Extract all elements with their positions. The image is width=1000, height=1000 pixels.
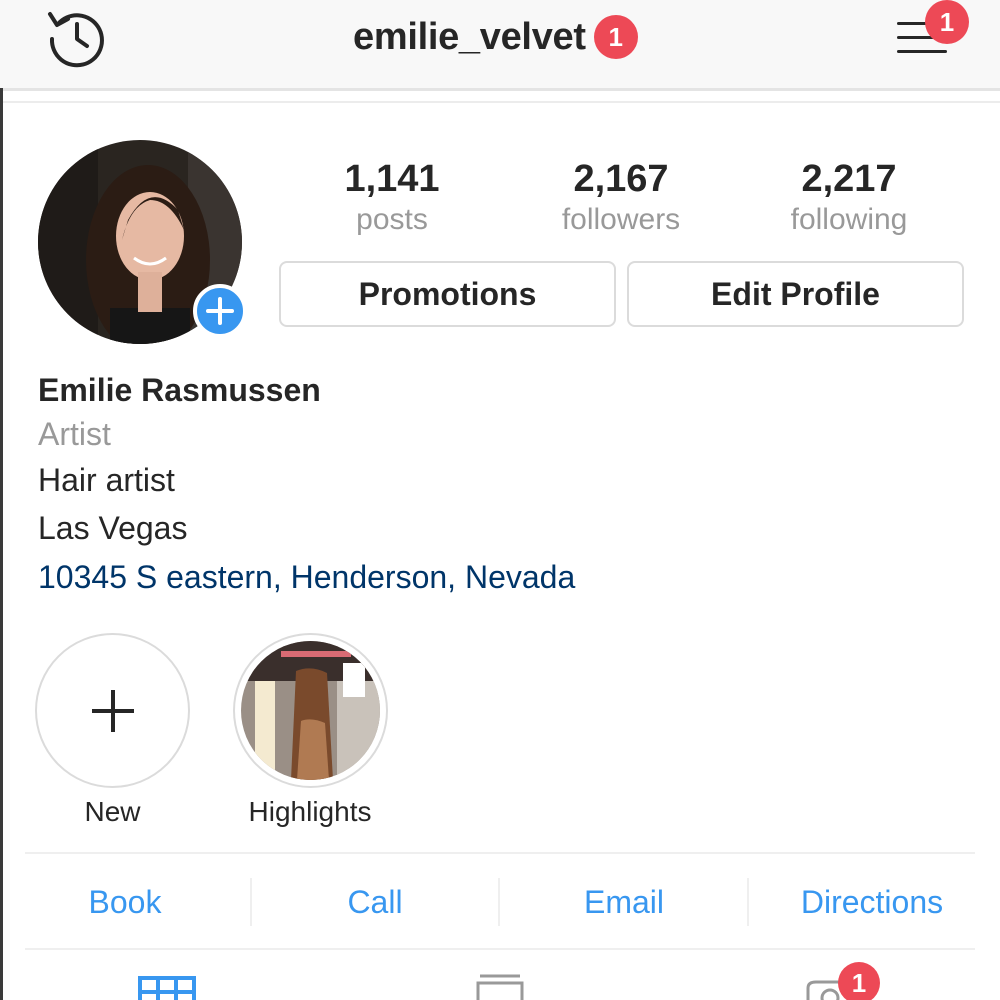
grid-icon[interactable] [138, 976, 196, 1000]
directions-button[interactable]: Directions [772, 872, 972, 932]
new-highlight-button[interactable] [35, 633, 190, 788]
new-highlight-label: New [84, 796, 141, 827]
bio-line: Hair artist [38, 462, 175, 498]
action-separator [250, 878, 252, 926]
top-bar-divider [0, 88, 1000, 91]
plus-icon [206, 297, 234, 325]
bio-location: Las Vegas [38, 510, 188, 546]
posts-label: posts [356, 203, 428, 236]
highlight-thumbnail [241, 641, 380, 780]
action-bar-bottom-divider [25, 948, 975, 950]
email-button[interactable]: Email [524, 872, 724, 932]
feed-icon[interactable] [476, 973, 524, 1000]
story-highlight[interactable] [233, 633, 388, 788]
menu-notification-badge: 1 [925, 0, 969, 44]
history-icon[interactable] [44, 6, 110, 68]
followers-count: 2,167 [573, 158, 669, 200]
username-title: emilie_velvet [353, 15, 586, 58]
following-label: following [790, 203, 908, 236]
add-story-button[interactable] [193, 284, 247, 338]
highlight-label: Highlights [248, 796, 372, 827]
edit-profile-button[interactable]: Edit Profile [627, 261, 964, 327]
book-button[interactable]: Book [25, 872, 225, 932]
call-button[interactable]: Call [275, 872, 475, 932]
stat-followers[interactable]: 2,167 followers [521, 156, 721, 238]
profile-category: Artist [38, 416, 111, 452]
account-switcher[interactable]: emilie_velvet 1 [353, 12, 638, 62]
followers-label: followers [561, 203, 681, 236]
account-notification-badge: 1 [593, 15, 638, 59]
action-separator [498, 878, 500, 926]
following-count: 2,217 [801, 158, 897, 200]
tagged-notification-badge: 1 [838, 962, 880, 1000]
posts-count: 1,141 [344, 158, 440, 200]
promotions-button[interactable]: Promotions [279, 261, 616, 327]
profile-name: Emilie Rasmussen [38, 372, 321, 408]
stat-posts[interactable]: 1,141 posts [292, 156, 492, 238]
action-bar-top-divider [25, 852, 975, 854]
plus-icon [92, 690, 134, 732]
top-bar-divider-secondary [0, 101, 1000, 103]
address-link[interactable]: 10345 S eastern, Henderson, Nevada [38, 557, 575, 597]
screen-edge [0, 88, 3, 1000]
stat-following[interactable]: 2,217 following [749, 156, 949, 238]
action-separator [747, 878, 749, 926]
